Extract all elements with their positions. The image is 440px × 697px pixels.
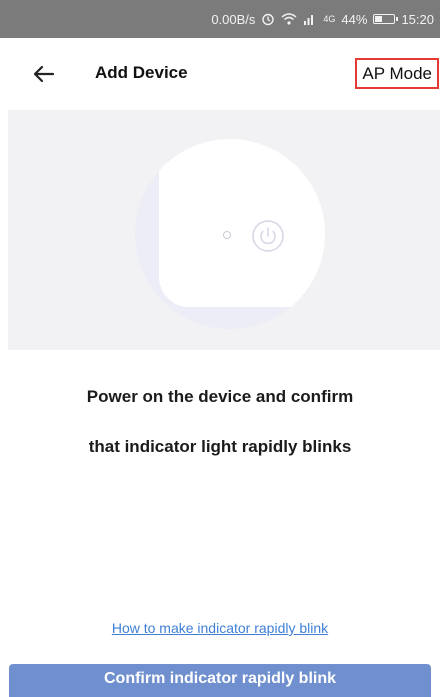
confirm-button[interactable]: Confirm indicator rapidly blink: [9, 664, 431, 697]
page-title: Add Device: [95, 63, 188, 82]
device-body: [159, 139, 325, 307]
sim-label: 4G: [323, 14, 336, 24]
back-arrow-icon: [33, 65, 55, 83]
help-link[interactable]: How to make indicator rapidly blink: [0, 620, 440, 636]
indicator-light-icon: [223, 231, 231, 239]
alarm-icon: [261, 12, 275, 26]
power-icon: [252, 220, 284, 252]
back-button[interactable]: [30, 62, 58, 86]
status-time: 15:20: [401, 11, 434, 27]
signal-icon: [303, 13, 317, 25]
device-illustration: [8, 110, 440, 350]
instruction-line-1: Power on the device and confirm: [86, 387, 354, 406]
app-header: Add Device AP Mode: [0, 38, 440, 110]
ap-mode-button[interactable]: AP Mode: [355, 58, 439, 89]
wifi-icon: [281, 12, 297, 26]
add-device-screen: 0.00B/s 4G 44% 15:20 Add Device AP Mode …: [0, 0, 440, 697]
status-bar: 0.00B/s 4G 44% 15:20: [0, 0, 440, 38]
device-circle: [135, 139, 325, 329]
battery-icon: [373, 14, 399, 24]
network-speed: 0.00B/s: [211, 11, 256, 27]
battery-percent: 44%: [341, 11, 368, 27]
instruction-line-2: that indicator light rapidly blinks: [88, 437, 352, 456]
